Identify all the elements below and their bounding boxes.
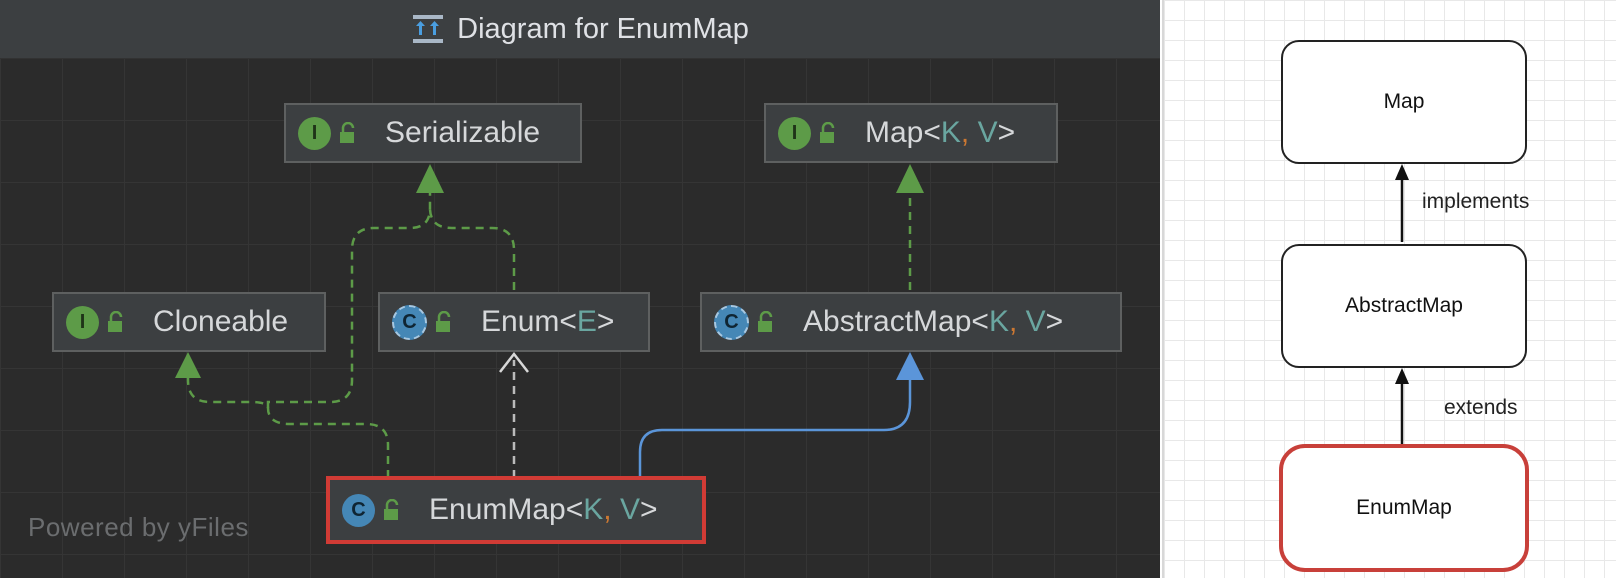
type-open: < <box>971 305 989 338</box>
type-param: V <box>977 116 998 149</box>
public-lock-icon <box>820 122 835 143</box>
interface-icon: I <box>778 116 811 150</box>
node-enum[interactable]: C Enum < E > <box>378 292 650 352</box>
box-map[interactable]: Map <box>1281 40 1527 164</box>
node-name: EnumMap <box>429 493 566 526</box>
type-close: > <box>1045 305 1064 338</box>
node-cloneable[interactable]: I Cloneable <box>52 292 326 352</box>
node-abstractmap[interactable]: C AbstractMap < K, V > <box>700 292 1122 352</box>
public-lock-icon <box>340 122 355 143</box>
public-lock-icon <box>384 499 399 520</box>
type-param: K <box>940 116 961 149</box>
interface-icon: I <box>66 305 99 339</box>
type-param: E <box>576 305 597 338</box>
node-label: Map < K, V > <box>865 116 1015 150</box>
node-name: Map <box>865 116 924 149</box>
type-comma: , <box>1008 305 1026 338</box>
powered-by-watermark: Powered by yFiles <box>28 512 249 542</box>
public-lock-icon <box>436 311 451 332</box>
box-abstractmap[interactable]: AbstractMap <box>1281 244 1527 368</box>
node-map[interactable]: I Map < K, V > <box>764 103 1058 163</box>
abstract-class-icon: C <box>714 304 749 340</box>
type-open: < <box>559 305 577 338</box>
arrow-map <box>896 164 924 193</box>
edge-label-extends: extends <box>1444 396 1518 419</box>
type-comma: , <box>960 116 978 149</box>
abstract-class-icon: C <box>392 304 427 340</box>
node-serializable[interactable]: I Serializable <box>284 103 582 163</box>
type-comma: , <box>603 493 620 526</box>
node-enummap[interactable]: C EnumMap < K, V > <box>326 476 706 544</box>
ide-diagram-panel: Diagram for EnumMap I Serializable I Map… <box>0 0 1160 578</box>
node-name: AbstractMap <box>803 305 972 338</box>
type-param: V <box>1025 305 1046 338</box>
public-lock-icon <box>758 311 773 332</box>
type-open: < <box>565 493 584 526</box>
node-name: Serializable <box>385 116 541 149</box>
type-param: K <box>988 305 1009 338</box>
node-label: EnumMap < K, V > <box>429 493 658 527</box>
drawio-canvas: Map AbstractMap EnumMap implements exten… <box>1162 0 1616 578</box>
edge-enummap-cloneable <box>186 372 390 478</box>
type-param: V <box>619 493 640 526</box>
arrow-abstractmap <box>1395 368 1409 384</box>
arrow-serializable <box>416 164 444 193</box>
node-label: Enum < E > <box>481 305 614 339</box>
interface-icon: I <box>298 116 331 150</box>
type-close: > <box>997 116 1016 149</box>
node-name: Cloneable <box>153 305 289 338</box>
arrow-map <box>1395 164 1409 180</box>
type-param: K <box>583 493 604 526</box>
type-close: > <box>596 305 615 338</box>
public-lock-icon <box>108 311 123 332</box>
edge-enummap-abstractmap <box>638 378 912 478</box>
edge-label-implements: implements <box>1422 190 1530 213</box>
node-name: Enum <box>481 305 560 338</box>
type-close: > <box>639 493 658 526</box>
arrow-abstractmap <box>896 352 924 380</box>
node-label: AbstractMap < K, V > <box>803 305 1063 339</box>
arrow-cloneable <box>175 352 201 378</box>
type-open: < <box>923 116 941 149</box>
class-icon: C <box>342 493 375 527</box>
edge-enum-serializable <box>428 207 516 290</box>
box-enummap[interactable]: EnumMap <box>1279 444 1529 572</box>
